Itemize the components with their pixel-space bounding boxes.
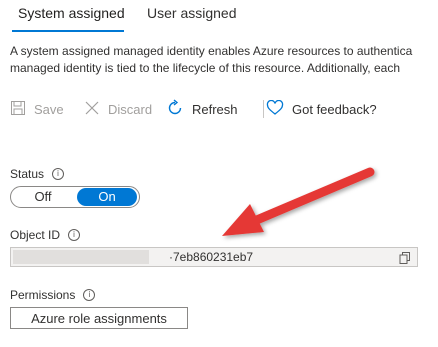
command-bar: Save Discard Refresh Got feedback? bbox=[10, 96, 438, 122]
save-label: Save bbox=[34, 101, 64, 117]
tab-system-assigned[interactable]: System assigned bbox=[18, 5, 125, 21]
info-icon[interactable]: i bbox=[52, 168, 65, 180]
refresh-label: Refresh bbox=[192, 101, 238, 117]
discard-label: Discard bbox=[108, 101, 153, 117]
redacted-block bbox=[13, 250, 149, 264]
save-icon bbox=[10, 100, 26, 119]
heart-icon bbox=[266, 99, 284, 119]
discard-icon bbox=[84, 100, 100, 119]
object-id-field[interactable]: ·7eb860231eb7 bbox=[10, 247, 418, 267]
tab-user-assigned[interactable]: User assigned bbox=[147, 5, 237, 21]
discard-button[interactable]: Discard bbox=[84, 96, 152, 122]
status-toggle[interactable]: Off On bbox=[10, 186, 140, 208]
tab-bar: System assigned User assigned bbox=[0, 0, 438, 34]
save-button[interactable]: Save bbox=[10, 96, 64, 122]
permissions-label-row: Permissions i bbox=[10, 288, 96, 302]
status-label: Status bbox=[10, 167, 45, 181]
toolbar-separator bbox=[263, 100, 264, 118]
feedback-button[interactable]: Got feedback? bbox=[266, 96, 377, 122]
refresh-icon bbox=[166, 98, 184, 120]
info-icon[interactable]: i bbox=[83, 289, 96, 301]
info-icon[interactable]: i bbox=[68, 229, 81, 241]
permissions-label: Permissions bbox=[10, 288, 76, 302]
copy-icon[interactable] bbox=[399, 251, 411, 264]
status-label-row: Status i bbox=[10, 167, 65, 181]
feedback-label: Got feedback? bbox=[292, 101, 377, 117]
azure-role-assignments-button[interactable]: Azure role assignments bbox=[10, 307, 188, 329]
object-id-value: ·7eb860231eb7 bbox=[169, 250, 254, 264]
active-tab-indicator bbox=[12, 30, 124, 32]
status-off-option[interactable]: Off bbox=[11, 187, 75, 207]
object-id-label-row: Object ID i bbox=[10, 228, 81, 242]
description-line-2: managed identity is tied to the lifecycl… bbox=[10, 61, 400, 75]
description: A system assigned managed identity enabl… bbox=[10, 43, 438, 77]
status-on-option[interactable]: On bbox=[77, 188, 137, 206]
description-line-1: A system assigned managed identity enabl… bbox=[10, 44, 413, 58]
refresh-button[interactable]: Refresh bbox=[166, 96, 238, 122]
object-id-label: Object ID bbox=[10, 228, 61, 242]
